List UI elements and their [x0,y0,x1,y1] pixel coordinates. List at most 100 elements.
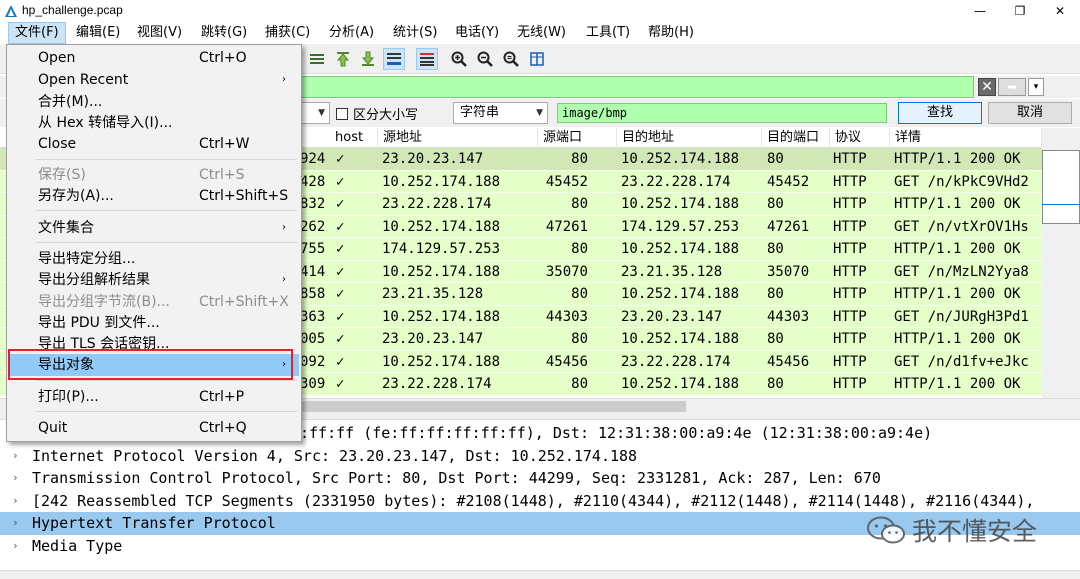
expand-chevron-icon[interactable]: › [12,512,19,534]
maximize-button[interactable]: ❐ [1000,0,1040,22]
detail-tree-item[interactable]: › [242 Reassembled TCP Segments (2331950 … [0,490,1080,513]
expand-chevron-icon[interactable]: › [12,535,19,557]
info: GET /n/JURgH3Pd1 [894,308,1029,325]
expand-chevron-icon[interactable]: › [12,467,19,489]
destination-port: 80 [767,376,784,392]
column-header-destination-port[interactable]: 目的端口 [762,128,830,148]
hscrollbar-thumb[interactable] [300,401,686,412]
menu-item-label: Open Recent [38,72,129,88]
detail-tree-text: Transmission Control Protocol, Src Port:… [32,469,881,487]
menu-item-file-set[interactable]: 文件集合 › [9,217,299,239]
packet-list-scrollbar[interactable] [1042,128,1080,398]
menu-edit[interactable]: 编辑(E) [70,22,126,44]
menu-capture[interactable]: 捕获(C) [259,22,316,44]
packet-number: 363 [300,308,326,325]
column-header-source-port[interactable]: 源端口 [538,128,617,148]
auto-scroll-icon[interactable] [383,48,405,70]
search-input[interactable]: image/bmp [557,103,887,123]
cancel-button[interactable]: 取消 [988,102,1072,124]
menu-item-export-dissections[interactable]: 导出分组解析结果 › [9,269,299,291]
menu-item-quit[interactable]: Quit Ctrl+Q [9,417,299,439]
case-sensitive-checkbox[interactable]: 区分大小写 [336,104,418,123]
menu-item-save-as[interactable]: 另存为(A)... Ctrl+Shift+S [9,185,299,207]
search-scope-select[interactable]: ▼ [300,102,330,124]
detail-tree-item[interactable]: › Transmission Control Protocol, Src Port… [0,467,1080,490]
menu-item-close[interactable]: Close Ctrl+W [9,133,299,155]
destination-port: 80 [767,151,784,167]
menu-help[interactable]: 帮助(H) [642,22,700,44]
destination-address: 10.252.174.188 [621,151,740,167]
source-address: 23.22.228.174 [382,376,492,392]
destination-address: 10.252.174.188 [621,331,740,347]
host-check-icon: ✓ [336,263,345,280]
source-address: 10.252.174.188 [382,353,501,370]
detail-tree-item[interactable]: › Internet Protocol Version 4, Src: 23.20… [0,445,1080,468]
menu-item-print[interactable]: 打印(P)... Ctrl+P [9,386,299,408]
host-check-icon: ✓ [336,218,345,235]
menu-item-export-pdus[interactable]: 导出 PDU 到文件... [9,312,299,334]
column-header-info[interactable]: 详情 [890,128,1042,148]
zoom-in-icon[interactable] [448,48,470,70]
destination-address: 10.252.174.188 [621,196,740,212]
menu-item-label: Quit [38,420,68,436]
filter-history-dropdown[interactable]: ▾ [1028,78,1044,96]
go-last-packet-icon[interactable] [357,48,379,70]
packet-number: 092 [300,353,326,370]
menu-statistics[interactable]: 统计(S) [387,22,443,44]
menu-wireless[interactable]: 无线(W) [511,22,572,44]
menu-item-merge[interactable]: 合并(M)... [9,91,299,113]
menu-analyze[interactable]: 分析(A) [323,22,380,44]
go-to-packet-icon[interactable] [306,48,328,70]
expand-chevron-icon[interactable]: › [12,490,19,512]
menu-item-open-recent[interactable]: Open Recent › [9,69,299,91]
column-header-host[interactable]: host [330,128,378,148]
find-button[interactable]: 查找 [898,102,982,124]
go-first-packet-icon[interactable] [332,48,354,70]
menu-view[interactable]: 视图(V) [131,22,188,44]
zoom-out-icon[interactable] [474,48,496,70]
expand-chevron-icon[interactable]: › [12,445,19,467]
minimize-button[interactable]: — [960,0,1000,22]
info: HTTP/1.1 200 OK [894,196,1021,212]
watermark: 我不懂安全 [866,512,1037,548]
menu-item-open[interactable]: Open Ctrl+O [9,47,299,69]
display-filter-input[interactable] [300,76,974,98]
menu-item-shortcut: Ctrl+Q [199,420,247,436]
source-port: 80 [571,151,588,167]
search-type-select[interactable]: 字符串 ▼ [453,102,548,124]
source-address: 10.252.174.188 [382,173,501,190]
protocol: HTTP [833,263,867,280]
scrollbar-thumb[interactable] [1042,150,1080,224]
menu-item-label: 导出分组解析结果 [38,272,150,288]
apply-filter-icon[interactable]: ➡ [998,78,1026,96]
menu-go[interactable]: 跳转(G) [195,22,253,44]
info: HTTP/1.1 200 OK [894,286,1021,302]
menu-telephony[interactable]: 电话(Y) [449,22,505,44]
protocol: HTTP [833,173,867,190]
column-header-source[interactable]: 源地址 [378,128,538,148]
menu-separator [35,380,297,381]
menu-tools[interactable]: 工具(T) [580,22,636,44]
detail-tree-text: [242 Reassembled TCP Segments (2331950 b… [32,491,1035,510]
checkbox-box[interactable] [336,108,348,120]
source-address: 23.20.23.147 [382,331,484,347]
close-window-button[interactable]: ✕ [1040,0,1080,22]
host-check-icon: ✓ [336,241,345,257]
column-header-destination[interactable]: 目的地址 [617,128,762,148]
info: HTTP/1.1 200 OK [894,241,1021,257]
clear-filter-icon[interactable]: ✕ [978,78,996,96]
menu-item-import-hex[interactable]: 从 Hex 转储导入(I)... [9,112,299,134]
zoom-normal-icon[interactable] [500,48,522,70]
source-address: 10.252.174.188 [382,308,501,325]
watermark-text: 我不懂安全 [912,517,1038,546]
colorize-list-icon[interactable] [416,48,438,70]
column-header-protocol[interactable]: 协议 [830,128,890,148]
menu-item-export-specified-packets[interactable]: 导出特定分组... [9,248,299,270]
menu-item-shortcut: Ctrl+P [199,389,245,405]
host-check-icon: ✓ [336,196,345,212]
source-port: 80 [571,241,588,257]
menu-file[interactable]: 文件(F) [8,22,66,44]
source-address: 23.21.35.128 [382,286,484,302]
resize-columns-icon[interactable] [526,48,548,70]
status-bar [0,570,1080,579]
